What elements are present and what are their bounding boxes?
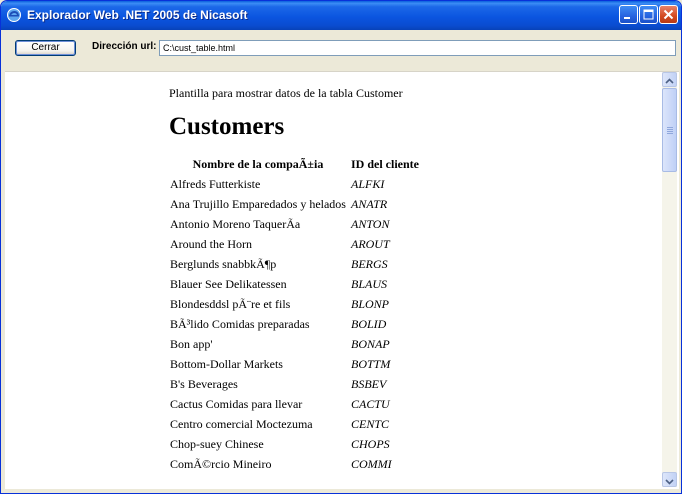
arrow-up-icon [665, 78, 674, 84]
customer-id-cell: ALFKI [350, 176, 385, 191]
browser-window: Explorador Web .NET 2005 de Nicasoft Cer… [0, 0, 682, 494]
customer-id-cell: BONAP [350, 336, 390, 351]
table-row: Ana Trujillo Emparedados y helados ANATR [169, 194, 420, 214]
maximize-button[interactable] [639, 5, 658, 24]
web-content-area[interactable]: Plantilla para mostrar datos de la tabla… [5, 71, 679, 489]
customer-id-cell: AROUT [350, 236, 390, 251]
scroll-up-button[interactable] [662, 72, 677, 87]
table-row: Antonio Moreno TaquerÃa ANTON [169, 214, 420, 234]
address-input[interactable]: C:\cust_table.html [159, 40, 676, 56]
table-row: B's Beverages BSBEV [169, 374, 420, 394]
customer-id-cell: BOLID [350, 316, 387, 331]
company-name-cell: Berglunds snabbkÃ¶p [170, 256, 277, 271]
company-name-cell: Antonio Moreno TaquerÃa [170, 216, 301, 231]
column-header-id: ID del cliente [350, 156, 419, 171]
maximize-icon [643, 9, 654, 20]
company-name-cell: Blondesddsl pÃ¨re et fils [170, 296, 291, 311]
thumb-grip [667, 127, 673, 128]
scroll-down-button[interactable] [662, 472, 677, 487]
company-name-cell: Alfreds Futterkiste [170, 176, 261, 191]
table-row: Centro comercial Moctezuma CENTC [169, 414, 420, 434]
customer-id-cell: CACTU [350, 396, 390, 411]
company-name-cell: BÃ³lido Comidas preparadas [170, 316, 310, 331]
customer-id-cell: BOTTM [350, 356, 391, 371]
title-bar[interactable]: Explorador Web .NET 2005 de Nicasoft [1, 1, 681, 30]
thumb-grip [667, 129, 673, 130]
address-toolbar: Cerrar Dirección url: C:\cust_table.html [1, 30, 681, 62]
customer-id-cell: BLAUS [350, 276, 387, 291]
html-document: Plantilla para mostrar datos de la tabla… [169, 86, 423, 474]
company-name-cell: Centro comercial Moctezuma [170, 416, 313, 431]
customer-id-cell: COMMI [350, 456, 392, 471]
minimize-icon [624, 17, 630, 19]
ie-globe-icon [6, 7, 22, 23]
company-name-cell: Cactus Comidas para llevar [170, 396, 303, 411]
thumb-grip [667, 133, 673, 134]
company-name-cell: Bottom-Dollar Markets [170, 356, 283, 371]
table-row: Chop-suey Chinese CHOPS [169, 434, 420, 454]
table-row: BÃ³lido Comidas preparadas BOLID [169, 314, 420, 334]
cerrar-button[interactable]: Cerrar [15, 40, 76, 56]
company-name-cell: Chop-suey Chinese [170, 436, 264, 451]
customer-id-cell: BSBEV [350, 376, 387, 391]
window-title: Explorador Web .NET 2005 de Nicasoft [27, 8, 248, 22]
company-name-cell: Bon app' [170, 336, 213, 351]
customer-id-cell: ANTON [350, 216, 390, 231]
customer-id-cell: BERGS [350, 256, 388, 271]
close-icon [663, 9, 674, 20]
company-name-cell: Around the Horn [170, 236, 252, 251]
table-row: Blauer See Delikatessen BLAUS [169, 274, 420, 294]
customer-id-cell: ANATR [350, 196, 388, 211]
table-row: ComÃ©rcio Mineiro COMMI [169, 454, 420, 474]
vertical-scrollbar[interactable] [662, 72, 677, 487]
table-row: Blondesddsl pÃ¨re et fils BLONP [169, 294, 420, 314]
scroll-thumb[interactable] [662, 88, 677, 172]
column-header-company: Nombre de la compaÃ±ia [192, 156, 324, 171]
close-window-button[interactable] [659, 5, 678, 24]
table-row: Berglunds snabbkÃ¶p BERGS [169, 254, 420, 274]
customer-id-cell: BLONP [350, 296, 389, 311]
table-header-row: Nombre de la compaÃ±ia ID del cliente [169, 154, 420, 174]
page-heading: Customers [169, 113, 285, 140]
table-row: Alfreds Futterkiste ALFKI [169, 174, 420, 194]
table-row: Cactus Comidas para llevar CACTU [169, 394, 420, 414]
company-name-cell: B's Beverages [170, 376, 238, 391]
table-row: Bon app' BONAP [169, 334, 420, 354]
customer-id-cell: CENTC [350, 416, 389, 431]
customers-table: Nombre de la compaÃ±ia ID del cliente Al… [166, 154, 423, 474]
company-name-cell: ComÃ©rcio Mineiro [170, 456, 272, 471]
intro-text: Plantilla para mostrar datos de la tabla… [169, 86, 403, 100]
company-name-cell: Blauer See Delikatessen [170, 276, 287, 291]
table-row: Bottom-Dollar Markets BOTTM [169, 354, 420, 374]
customer-id-cell: CHOPS [350, 436, 390, 451]
arrow-down-icon [665, 479, 674, 485]
address-label: Dirección url: [92, 41, 157, 52]
table-row: Around the Horn AROUT [169, 234, 420, 254]
company-name-cell: Ana Trujillo Emparedados y helados [170, 196, 346, 211]
thumb-grip [667, 131, 673, 132]
minimize-button[interactable] [619, 5, 638, 24]
